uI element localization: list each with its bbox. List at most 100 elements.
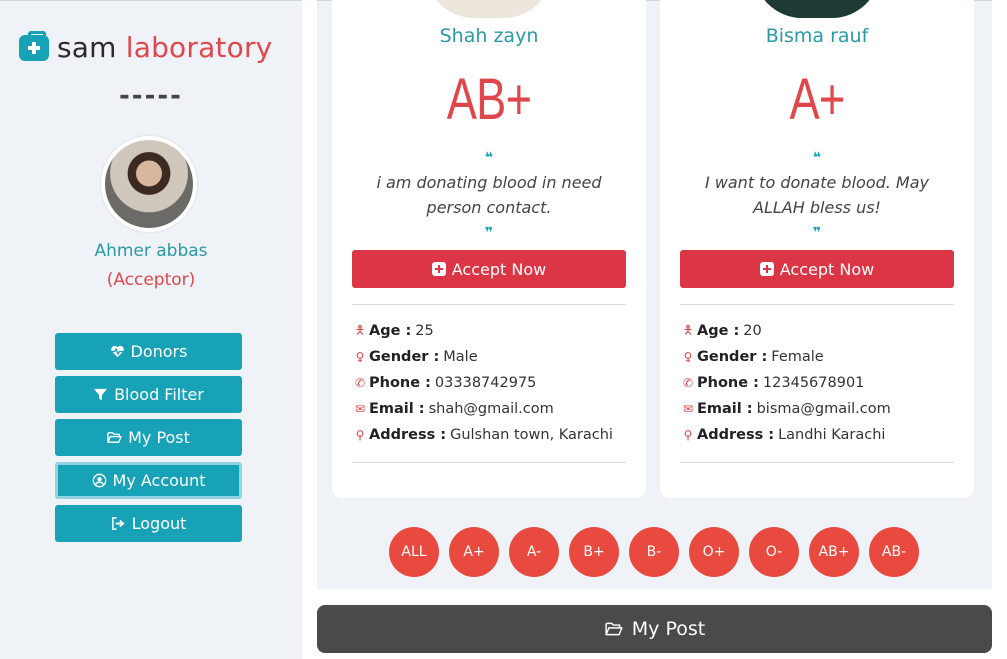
donors-button[interactable]: Donors <box>55 333 242 370</box>
donors-label: Donors <box>130 342 188 361</box>
brand-name-part1: sam <box>57 31 117 64</box>
donor-message: I want to donate blood. May ALLAH bless … <box>704 173 930 217</box>
sidebar-divider: ----- <box>119 81 183 111</box>
divider <box>352 462 626 463</box>
folder-open-icon <box>107 432 122 443</box>
brand-logo[interactable]: sam laboratory <box>19 30 272 64</box>
gender-label: Gender : <box>697 349 768 365</box>
quote-close-icon: ❞ <box>484 225 494 241</box>
address-value: Landhi Karachi <box>778 427 886 443</box>
donor-photo <box>754 0 880 18</box>
donor-photo <box>426 0 552 18</box>
sidebar: sam laboratory ----- Ahmer abbas (Accept… <box>0 0 302 659</box>
gender-value: Male <box>443 349 478 365</box>
blood-group: A+ <box>789 67 845 132</box>
filter-b-pos-button[interactable]: B+ <box>569 527 619 577</box>
venus-icon: ♀ <box>355 350 365 364</box>
filter-a-neg-button[interactable]: A- <box>509 527 559 577</box>
plus-square-icon <box>431 262 446 276</box>
donor-name: Shah zayn <box>439 25 539 47</box>
phone-value: 12345678901 <box>762 375 865 391</box>
filter-icon <box>94 388 108 401</box>
my-account-button[interactable]: My Account <box>55 462 242 499</box>
map-marker-icon: ⚲ <box>355 428 365 442</box>
accept-label: Accept Now <box>779 259 875 279</box>
phone-icon: ✆ <box>682 376 694 390</box>
email-value: shah@gmail.com <box>428 401 554 417</box>
email-label: Email : <box>697 401 753 417</box>
phone-row: ✆ Phone :12345678901 <box>680 370 970 396</box>
phone-value: 03338742975 <box>434 375 537 391</box>
accept-now-button[interactable]: Accept Now <box>680 250 954 288</box>
sidebar-menu: Donors Blood Filter My Post My Account L… <box>55 333 242 548</box>
divider <box>680 462 954 463</box>
donor-details: 🯅 Age :20 ♀ Gender : Female ✆ Phone :1234567… <box>680 318 970 448</box>
blood-filter-button[interactable]: Blood Filter <box>55 376 242 413</box>
brand-name-part2: laboratory <box>116 31 273 64</box>
age-label: Age : <box>369 323 412 339</box>
my-post-button[interactable]: My Post <box>55 419 242 456</box>
address-label: Address : <box>369 427 447 443</box>
address-value: Gulshan town, Karachi <box>450 427 613 443</box>
filter-a-pos-button[interactable]: A+ <box>449 527 499 577</box>
gender-value: Female <box>771 349 824 365</box>
filter-o-neg-button[interactable]: O- <box>749 527 799 577</box>
folder-open-icon <box>605 622 623 636</box>
address-row: ⚲ Address : Gulshan town, Karachi <box>352 422 642 448</box>
filter-b-neg-button[interactable]: B- <box>629 527 679 577</box>
phone-label: Phone : <box>697 375 759 391</box>
phone-label: Phone : <box>369 375 431 391</box>
map-marker-icon: ⚲ <box>683 428 693 442</box>
address-label: Address : <box>697 427 775 443</box>
divider <box>352 304 626 305</box>
donor-card: Bisma rauf A+ ❝ I want to donate blood. … <box>660 0 974 498</box>
quote-open-icon: ❝ <box>812 150 822 166</box>
my-post-label: My Post <box>128 428 190 447</box>
plus-square-icon <box>759 262 774 276</box>
user-name: Ahmer abbas <box>94 241 208 261</box>
blood-filter-label: Blood Filter <box>114 385 204 404</box>
phone-icon: ✆ <box>354 376 366 390</box>
my-account-label: My Account <box>112 471 206 490</box>
medkit-icon <box>19 30 49 61</box>
venus-icon: ♀ <box>683 350 693 364</box>
address-row: ⚲ Address : Landhi Karachi <box>680 422 970 448</box>
envelope-icon: ✉ <box>354 402 366 416</box>
child-icon: 🯅 <box>354 322 366 337</box>
email-value: bisma@gmail.com <box>756 401 891 417</box>
donor-name: Bisma rauf <box>765 25 869 47</box>
user-role: (Acceptor) <box>106 270 196 290</box>
my-post-bar-label: My Post <box>631 618 706 640</box>
age-label: Age : <box>697 323 740 339</box>
age-value: 20 <box>743 323 762 339</box>
filter-ab-pos-button[interactable]: AB+ <box>809 527 859 577</box>
envelope-icon: ✉ <box>682 402 694 416</box>
brand-name: sam laboratory <box>57 31 272 64</box>
email-label: Email : <box>369 401 425 417</box>
sign-out-icon <box>111 517 125 530</box>
filter-ab-neg-button[interactable]: AB- <box>869 527 919 577</box>
filter-o-pos-button[interactable]: O+ <box>689 527 739 577</box>
age-row: 🯅 Age :20 <box>680 318 970 344</box>
accept-label: Accept Now <box>451 259 547 279</box>
logout-label: Logout <box>131 514 187 533</box>
divider <box>680 304 954 305</box>
logout-button[interactable]: Logout <box>55 505 242 542</box>
donor-message: i am donating blood in need person conta… <box>376 173 602 217</box>
accept-now-button[interactable]: Accept Now <box>352 250 626 288</box>
gender-row: ♀ Gender : Male <box>352 344 642 370</box>
my-post-bar[interactable]: My Post <box>317 605 992 653</box>
filter-all-button[interactable]: ALL <box>389 527 439 577</box>
age-row: 🯅 Age :25 <box>352 318 642 344</box>
blood-group: AB+ <box>446 67 532 132</box>
blood-group-filters: ALL A+ A- B+ B- O+ O- AB+ AB- <box>389 527 919 577</box>
email-row: ✉ Email : shah@gmail.com <box>352 396 642 422</box>
gender-row: ♀ Gender : Female <box>680 344 970 370</box>
age-value: 25 <box>415 323 434 339</box>
gender-label: Gender : <box>369 349 440 365</box>
donor-card: Shah zayn AB+ ❝ i am donating blood in n… <box>332 0 646 498</box>
child-icon: 🯅 <box>682 322 694 337</box>
user-circle-icon <box>92 473 106 488</box>
phone-row: ✆ Phone :03338742975 <box>352 370 642 396</box>
heartbeat-icon <box>110 345 124 358</box>
